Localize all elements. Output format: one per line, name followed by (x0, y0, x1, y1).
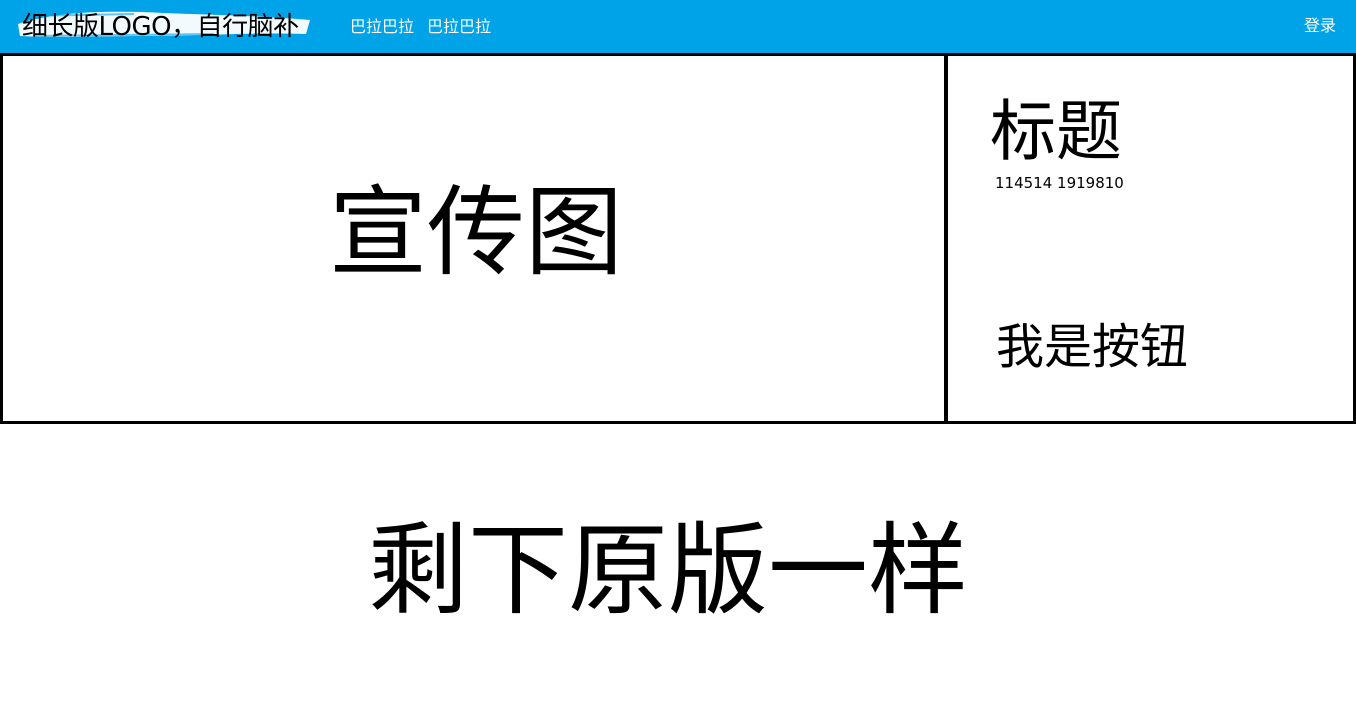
footer-note: 剩下原版一样 (368, 512, 968, 629)
nav-link-1[interactable]: 巴拉巴拉 (350, 16, 414, 38)
side-subtitle: 114514 1919810 (995, 174, 1124, 192)
top-navbar: 细长版LOGO，自行脑补 巴拉巴拉 巴拉巴拉 登录 (0, 0, 1356, 53)
side-panel: 标题 114514 1919810 我是按钮 (946, 53, 1356, 424)
banner-placeholder-text: 宣传图 (329, 176, 624, 290)
promo-banner[interactable]: 宣传图 (0, 53, 946, 424)
logo[interactable]: 细长版LOGO，自行脑补 (14, 6, 314, 42)
nav-link-2[interactable]: 巴拉巴拉 (427, 16, 491, 38)
cta-button[interactable]: 我是按钮 (996, 317, 1188, 377)
login-link[interactable]: 登录 (1304, 15, 1336, 37)
main-nav: 巴拉巴拉 巴拉巴拉 (350, 16, 491, 38)
logo-text: 细长版LOGO，自行脑补 (22, 12, 299, 42)
side-title: 标题 (990, 93, 1122, 170)
